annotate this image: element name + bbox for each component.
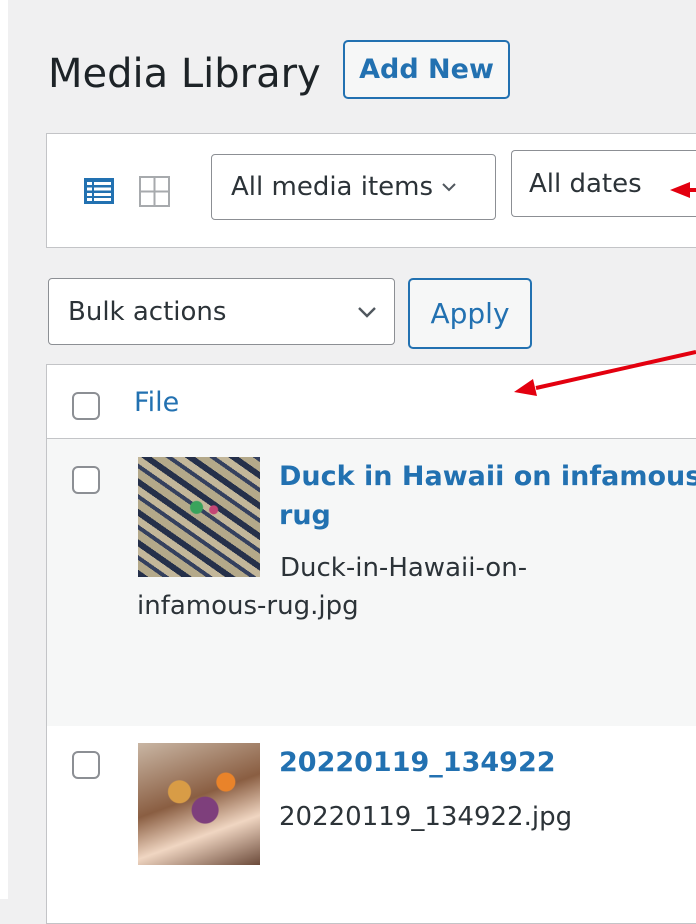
media-list-table: File Duck in Hawaii on infamous rug Duck…	[46, 364, 696, 924]
media-filename: Duck-in-Hawaii-on-infamous-rug.jpg	[137, 553, 528, 621]
media-type-filter-select[interactable]: All media items	[211, 154, 496, 220]
page-left-edge	[0, 0, 8, 899]
media-filename: 20220119_134922.jpg	[279, 802, 573, 832]
table-header-row: File	[47, 365, 696, 439]
media-thumbnail[interactable]	[138, 743, 260, 865]
chevron-down-icon	[442, 183, 456, 192]
add-new-button[interactable]: Add New	[343, 40, 510, 99]
media-title-link[interactable]: 20220119_134922	[279, 743, 556, 782]
page-title: Media Library	[48, 51, 321, 97]
media-type-filter-value: All media items	[231, 172, 434, 202]
bulk-actions-select[interactable]: Bulk actions	[48, 278, 395, 345]
date-filter-select[interactable]: All dates	[511, 150, 696, 217]
grid-view-icon[interactable]	[138, 175, 171, 208]
chevron-down-icon	[358, 307, 376, 318]
list-view-icon[interactable]	[83, 175, 115, 207]
media-title-link[interactable]: Duck in Hawaii on infamous rug	[279, 457, 696, 535]
bulk-actions-value: Bulk actions	[68, 296, 227, 327]
column-header-file[interactable]: File	[134, 387, 179, 418]
row-checkbox[interactable]	[72, 466, 100, 494]
apply-button[interactable]: Apply	[408, 278, 532, 349]
row-checkbox[interactable]	[72, 751, 100, 779]
date-filter-value: All dates	[529, 168, 642, 199]
select-all-checkbox[interactable]	[72, 392, 100, 420]
